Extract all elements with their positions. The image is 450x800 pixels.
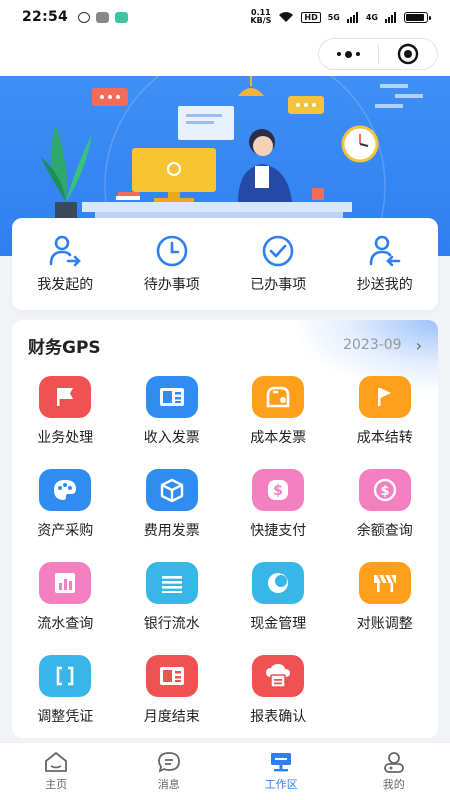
grid-item-adjust-voucher[interactable]: 调整凭证 (12, 655, 119, 726)
svg-text:$: $ (380, 484, 389, 499)
dollar-icon: $ (358, 469, 411, 511)
workspace-icon (271, 753, 292, 772)
chat-status-icon (78, 11, 91, 23)
barrier-icon (358, 562, 411, 604)
grid-item-label: 银行流水 (143, 616, 200, 632)
invoice-icon (145, 655, 198, 697)
grid-item-cost-invoice[interactable]: 成本发票 (225, 376, 332, 447)
user-send-icon (48, 234, 82, 268)
profile-icon (383, 752, 404, 773)
cost-invoice-icon (252, 376, 305, 418)
quick-item-todo[interactable]: 待办事项 (119, 218, 226, 310)
grid-item-expense-invoice[interactable]: 费用发票 (119, 469, 226, 540)
grid-item-label: 余额查询 (356, 523, 413, 539)
home-icon (45, 752, 68, 772)
close-miniapp-button[interactable] (379, 39, 438, 69)
grid-item-income-invoice[interactable]: 收入发票 (119, 376, 226, 447)
hd-badge: HD (301, 11, 321, 23)
finance-title: 财务GPS (28, 337, 101, 358)
period-date[interactable]: 2023-09 (343, 337, 402, 353)
signal-bars-icon (385, 11, 396, 23)
grid-item-balance-query[interactable]: $ 余额查询 (332, 469, 439, 540)
quick-item-label: 抄送我的 (356, 277, 413, 293)
tab-label: 工作区 (264, 778, 298, 791)
signal-5g-label: 5G (327, 12, 340, 22)
flag-icon (358, 376, 411, 418)
more-button[interactable] (319, 39, 378, 69)
clock-icon (155, 234, 189, 268)
chevron-right-icon[interactable]: › (416, 336, 422, 355)
chart-icon (39, 562, 92, 604)
finance-grid: 业务处理 收入发票 成本发票 成本结转 资产采购 费用发票 $ 快捷支付 $ 余… (12, 376, 438, 726)
bottom-tab-bar: 主页 消息 工作区 我的 (0, 742, 450, 800)
grid-item-asset-purchase[interactable]: 资产采购 (12, 469, 119, 540)
wifi-icon (279, 12, 294, 22)
list-icon (145, 562, 198, 604)
status-bar: 22:54 0.11 KB/S HD 5G 4G (0, 0, 450, 34)
grid-item-label: 流水查询 (37, 616, 94, 632)
net-speed-unit: KB/S (250, 16, 272, 25)
bracket-icon (39, 655, 92, 697)
grid-item-label: 资产采购 (37, 523, 94, 539)
grid-item-bank-flow[interactable]: 银行流水 (119, 562, 226, 633)
miniapp-capsule (318, 38, 438, 70)
message-icon (157, 752, 180, 773)
flag-icon (39, 376, 92, 418)
tab-profile[interactable]: 我的 (338, 743, 450, 800)
check-circle-icon (261, 234, 295, 268)
quick-item-label: 我发起的 (37, 277, 94, 293)
target-icon (397, 43, 418, 65)
finance-gps-card: 财务GPS 2023-09 › 业务处理 收入发票 成本发票 成本结转 资产采购… (12, 320, 438, 738)
cloud-icon (252, 655, 305, 697)
finance-header: 财务GPS 2023-09 › (12, 320, 438, 370)
grid-item-label: 费用发票 (143, 523, 200, 539)
net-speed: 0.11 KB/S (250, 9, 271, 25)
grid-item-month-end[interactable]: 月度结束 (119, 655, 226, 726)
battery-icon (404, 11, 431, 23)
quick-item-done[interactable]: 已办事项 (225, 218, 332, 310)
grid-item-quick-pay[interactable]: $ 快捷支付 (225, 469, 332, 540)
more-dots-icon (336, 50, 360, 58)
app-status-icon (115, 11, 129, 23)
quick-actions-card: 我发起的 待办事项 已办事项 抄送我的 (12, 218, 438, 310)
signal-bars-icon (346, 11, 358, 23)
grid-item-label: 业务处理 (37, 430, 94, 446)
svg-text:$: $ (273, 483, 283, 499)
grid-item-cost-carryover[interactable]: 成本结转 (332, 376, 439, 447)
nav-bar (0, 34, 450, 76)
quick-item-initiated[interactable]: 我发起的 (12, 218, 119, 310)
grid-item-label: 成本结转 (356, 430, 413, 446)
box-icon (145, 469, 198, 511)
moon-icon (252, 562, 305, 604)
quick-item-label: 已办事项 (250, 277, 307, 293)
tab-label: 主页 (45, 778, 68, 791)
tab-label: 消息 (157, 778, 180, 791)
image-status-icon (96, 11, 110, 23)
quick-item-label: 待办事项 (143, 277, 200, 293)
grid-item-reconcile[interactable]: 对账调整 (332, 562, 439, 633)
grid-item-business[interactable]: 业务处理 (12, 376, 119, 447)
grid-item-label: 对账调整 (356, 616, 413, 632)
grid-item-label: 现金管理 (250, 616, 307, 632)
grid-item-label: 月度结束 (143, 709, 200, 725)
grid-item-label: 成本发票 (250, 430, 307, 446)
grid-item-report-confirm[interactable]: 报表确认 (225, 655, 332, 726)
signal-4g-label: 4G (365, 12, 378, 22)
tab-messages[interactable]: 消息 (113, 743, 226, 800)
quick-item-cc[interactable]: 抄送我的 (332, 218, 439, 310)
dollar-icon: $ (252, 469, 305, 511)
clock-time: 22:54 (22, 9, 69, 25)
invoice-icon (145, 376, 198, 418)
grid-item-cash-management[interactable]: 现金管理 (225, 562, 332, 633)
grid-item-flow-query[interactable]: 流水查询 (12, 562, 119, 633)
grid-item-label: 收入发票 (143, 430, 200, 446)
tab-home[interactable]: 主页 (0, 743, 113, 800)
grid-item-label: 快捷支付 (250, 523, 307, 539)
user-receive-icon (368, 234, 402, 268)
grid-item-label: 报表确认 (250, 709, 307, 725)
tab-label: 我的 (382, 778, 405, 791)
tab-workspace[interactable]: 工作区 (225, 743, 338, 800)
palette-icon (39, 469, 92, 511)
grid-item-label: 调整凭证 (37, 709, 94, 725)
